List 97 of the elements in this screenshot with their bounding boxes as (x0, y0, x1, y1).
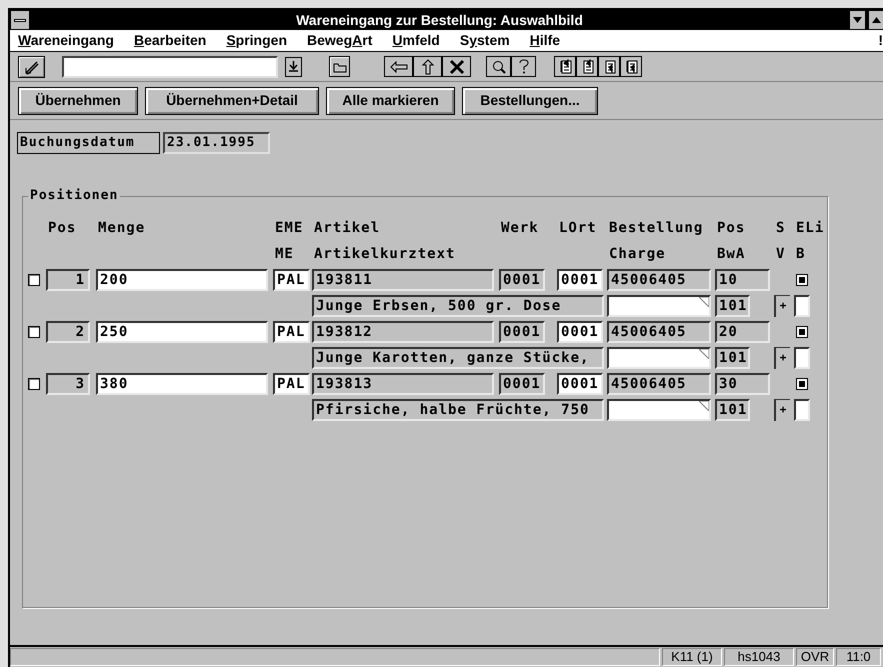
down-arrow-icon (289, 61, 298, 72)
input-field[interactable] (794, 399, 810, 421)
minimize-button[interactable] (849, 10, 866, 30)
column-header: Artikelkurztext (313, 244, 456, 264)
corner-mark-icon (699, 401, 709, 411)
position-field: 2 (46, 321, 90, 343)
column-header: S (775, 218, 786, 238)
column-header: EME (274, 218, 304, 238)
column-header: LOrt (558, 218, 597, 238)
unit-field[interactable]: PAL (273, 373, 310, 395)
storage-location-field[interactable]: 0001 (557, 269, 603, 291)
column-header: ELi (795, 218, 824, 238)
action-button[interactable]: Übernehmen (18, 86, 138, 114)
row-checkbox[interactable] (28, 378, 40, 390)
folder-icon[interactable] (329, 56, 350, 77)
action-button[interactable]: Alle markieren (326, 86, 455, 114)
last-page-icon[interactable] (620, 56, 642, 77)
row-checkbox[interactable] (28, 326, 40, 338)
checkbox[interactable] (796, 326, 808, 338)
menu-item[interactable]: Springen (226, 30, 288, 51)
window-title: Wareneingang zur Bestellung: Auswahlbild (295, 10, 584, 30)
unit-field[interactable]: PAL (273, 269, 310, 291)
status-field: K11 (1) (662, 648, 722, 666)
field-label: Buchungsdatum (17, 132, 160, 154)
time-field: 11:0 (836, 648, 881, 666)
column-header: Charge (608, 244, 666, 264)
input-field[interactable] (794, 295, 810, 317)
batch-field[interactable] (607, 347, 711, 369)
batch-field[interactable] (607, 295, 711, 317)
cancel-icon[interactable] (442, 56, 471, 77)
quantity-field[interactable]: 250 (96, 321, 268, 343)
down-arrow-icon (853, 17, 862, 23)
menu-item[interactable]: Hilfe (530, 30, 560, 51)
column-header: Pos (47, 218, 76, 238)
checkbox[interactable] (796, 378, 808, 390)
order-field: 45006405 (607, 269, 711, 291)
storage-location-field[interactable]: 0001 (557, 373, 603, 395)
column-header: B (795, 244, 806, 264)
help-icon[interactable] (511, 56, 536, 77)
system-menu-button[interactable] (10, 10, 30, 30)
up-arrow-icon (872, 17, 881, 23)
column-header: Bestellung (608, 218, 704, 238)
order-field: 45006405 (607, 373, 711, 395)
plus-button[interactable]: + (774, 399, 790, 421)
action-button[interactable]: Übernehmen+Detail (145, 86, 319, 114)
movement-type-field: 101 (715, 347, 750, 369)
plant-field: 0001 (499, 373, 545, 395)
next-page-icon[interactable] (598, 56, 620, 77)
maximize-button[interactable] (868, 10, 883, 30)
search-icon[interactable] (486, 56, 511, 77)
menu-item[interactable]: System (460, 30, 510, 51)
menu-item[interactable]: Bearbeiten (134, 30, 206, 51)
plus-button[interactable]: + (774, 347, 790, 369)
column-header: V (775, 244, 786, 264)
article-field: 193811 (312, 269, 494, 291)
quantity-field[interactable]: 200 (96, 269, 268, 291)
order-item-field: 30 (715, 373, 770, 395)
status-field: hs1043 (724, 648, 794, 666)
check-icon[interactable] (18, 56, 45, 78)
column-header: ME (274, 244, 294, 264)
previous-page-icon[interactable] (576, 56, 598, 77)
position-field: 3 (46, 373, 90, 395)
input-field[interactable] (794, 347, 810, 369)
column-header: Artikel (313, 218, 380, 238)
mode-field: OVR (796, 648, 834, 666)
checkbox[interactable] (796, 274, 808, 286)
order-field: 45006405 (607, 321, 711, 343)
corner-mark-icon (699, 349, 709, 359)
corner-mark-icon (699, 297, 709, 307)
plus-button[interactable]: + (774, 295, 790, 317)
row-checkbox[interactable] (28, 274, 40, 286)
article-field: 193812 (312, 321, 494, 343)
movement-type-field: 101 (715, 399, 750, 421)
action-button[interactable]: Bestellungen... (462, 86, 598, 114)
storage-location-field[interactable]: 0001 (557, 321, 603, 343)
menu-item[interactable]: BewegArt (307, 30, 372, 51)
column-header: BwA (716, 244, 746, 264)
menu-item[interactable]: Umfeld (392, 30, 440, 51)
date-field[interactable]: 23.01.1995 (163, 132, 270, 154)
position-field: 1 (46, 269, 90, 291)
article-field: 193813 (312, 373, 494, 395)
unit-field[interactable]: PAL (273, 321, 310, 343)
menu-item[interactable]: Wareneingang (18, 30, 114, 51)
first-page-icon[interactable] (554, 56, 576, 77)
plant-field: 0001 (499, 321, 545, 343)
quantity-field[interactable]: 380 (96, 373, 268, 395)
column-header: Werk (500, 218, 539, 238)
plant-field: 0001 (499, 269, 545, 291)
movement-type-field: 101 (715, 295, 750, 317)
exclamation-mark: ! (878, 31, 883, 50)
dropdown-button[interactable] (285, 56, 302, 76)
column-header: Pos (716, 218, 746, 238)
column-header: Menge (97, 218, 146, 238)
order-item-field: 10 (715, 269, 770, 291)
batch-field[interactable] (607, 399, 711, 421)
order-item-field: 20 (715, 321, 770, 343)
command-field[interactable] (62, 56, 278, 78)
